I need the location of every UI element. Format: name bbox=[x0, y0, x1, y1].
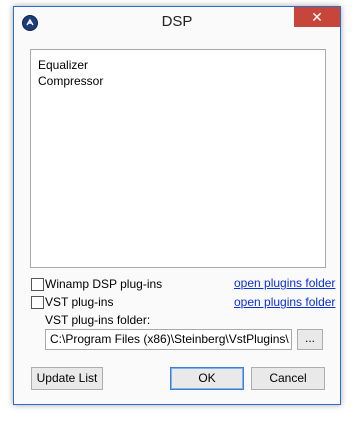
update-list-button[interactable]: Update List bbox=[31, 367, 103, 390]
vst-plugins-checkbox[interactable] bbox=[31, 296, 44, 309]
vst-folder-label: VST plug-ins folder: bbox=[45, 313, 151, 327]
ok-button[interactable]: OK bbox=[170, 367, 244, 390]
list-item-compressor[interactable]: Compressor bbox=[31, 73, 325, 89]
close-button[interactable]: ✕ bbox=[294, 7, 340, 27]
open-winamp-plugins-folder-link[interactable]: open plugins folder bbox=[234, 276, 335, 290]
open-vst-plugins-folder-link[interactable]: open plugins folder bbox=[234, 295, 335, 309]
winamp-dsp-plugins-checkbox[interactable] bbox=[31, 278, 44, 291]
winamp-dsp-plugins-label[interactable]: Winamp DSP plug-ins bbox=[45, 277, 162, 291]
list-item-equalizer[interactable]: Equalizer bbox=[31, 57, 325, 73]
cancel-button[interactable]: Cancel bbox=[251, 367, 325, 390]
vst-folder-input[interactable]: C:\Program Files (x86)\Steinberg\VstPlug… bbox=[45, 329, 292, 350]
dsp-dialog: DSP ✕ Equalizer Compressor Winamp DSP pl… bbox=[13, 6, 341, 405]
window-title: DSP bbox=[161, 13, 193, 30]
dsp-plugin-list[interactable]: Equalizer Compressor bbox=[30, 49, 326, 268]
browse-button[interactable]: ... bbox=[297, 329, 323, 350]
vst-plugins-label[interactable]: VST plug-ins bbox=[45, 295, 113, 309]
close-icon: ✕ bbox=[311, 9, 323, 25]
title-bar[interactable]: DSP ✕ bbox=[14, 7, 340, 37]
